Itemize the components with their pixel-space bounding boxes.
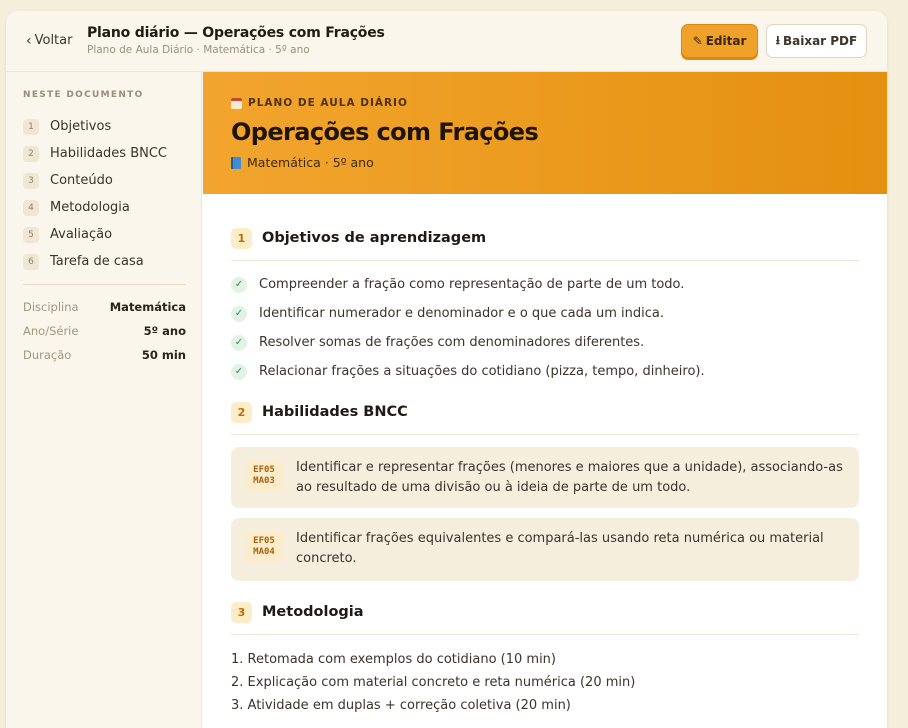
check-icon: ✓ [231, 334, 247, 351]
table-of-contents: 1 Objetivos 2 Habilidades BNCC 3 Conteúd… [23, 113, 167, 275]
meta-value: 50 min [141, 348, 186, 362]
list-item: ✓ Identificar numerador e denominador e … [231, 299, 859, 328]
toc-number: 5 [23, 226, 39, 243]
toc-number: 2 [23, 145, 39, 162]
meta-key: Duração [23, 348, 72, 362]
section-title: Metodologia [262, 604, 364, 620]
objective-text: Relacionar frações a situações do cotidi… [259, 364, 705, 379]
bncc-code-top: EF05 [253, 536, 275, 546]
edit-button[interactable]: ✎ Editar [681, 24, 758, 58]
list-item: 1. Retomada com exemplos do cotidiano (1… [231, 652, 556, 667]
sidebar-heading: NESTE DOCUMENTO [23, 90, 144, 100]
bncc-code-badge: EF05 MA04 [245, 532, 283, 562]
download-pdf-button[interactable]: ⭳ Baixar PDF [766, 24, 867, 58]
lesson-plan-window: ‹ Voltar Plano diário — Operações com Fr… [6, 11, 887, 728]
section-header-objetivos: 1 Objetivos de aprendizagem [231, 228, 859, 261]
objective-text: Identificar numerador e denominador e o … [259, 306, 664, 321]
meta-row-ano: Ano/Série 5º ano [23, 324, 186, 348]
download-pdf-label: Baixar PDF [782, 34, 858, 48]
edit-label: Editar [705, 34, 747, 48]
list-item: ✓ Relacionar frações a situações do coti… [231, 357, 859, 386]
hero-eyebrow: PLANO DE AULA DIÁRIO [231, 97, 408, 109]
document-meta: Disciplina Matemática Ano/Série 5º ano D… [23, 300, 186, 372]
bncc-skill-text: Identificar e representar frações (menor… [296, 460, 843, 495]
section-number: 1 [231, 228, 252, 249]
toc-label: Tarefa de casa [50, 254, 144, 269]
sidebar-divider [23, 284, 186, 285]
download-icon: ⭳ [775, 32, 780, 47]
objective-text: Compreender a fração como representação … [259, 277, 685, 292]
check-icon: ✓ [231, 363, 247, 380]
sidebar: NESTE DOCUMENTO 1 Objetivos 2 Habilidade… [6, 72, 202, 728]
document-titles: Plano diário — Operações com Frações Pla… [87, 25, 385, 56]
bncc-code-badge: EF05 MA03 [245, 461, 283, 491]
calendar-icon [231, 97, 242, 109]
methodology-list: 1. Retomada com exemplos do cotidiano (1… [231, 648, 635, 717]
section-header-metodologia: 3 Metodologia [231, 602, 859, 635]
section-title: Objetivos de aprendizagem [262, 230, 487, 246]
toc-item-conteudo[interactable]: 3 Conteúdo [23, 167, 167, 194]
section-header-bncc: 2 Habilidades BNCC [231, 402, 859, 435]
toc-item-habilidades-bncc[interactable]: 2 Habilidades BNCC [23, 140, 167, 167]
toc-label: Habilidades BNCC [50, 146, 167, 161]
bncc-skill-card: EF05 MA03 Identificar e representar fraç… [231, 447, 859, 508]
toc-number: 4 [23, 199, 39, 216]
bncc-code-top: EF05 [253, 465, 275, 475]
toc-item-tarefa-de-casa[interactable]: 6 Tarefa de casa [23, 248, 167, 275]
list-item: 3. Atividade em duplas + correção coleti… [231, 698, 571, 713]
bncc-code-bottom: MA03 [253, 476, 275, 486]
toc-label: Metodologia [50, 200, 130, 215]
list-item: ✓ Resolver somas de frações com denomina… [231, 328, 859, 357]
document-title: Plano diário — Operações com Frações [87, 25, 385, 41]
meta-key: Ano/Série [23, 324, 79, 338]
check-icon: ✓ [231, 305, 247, 322]
hero-subtitle-label: Matemática · 5º ano [247, 155, 374, 170]
toc-label: Avaliação [50, 227, 113, 242]
toc-number: 6 [23, 253, 39, 270]
bncc-skill-card: EF05 MA04 Identificar frações equivalent… [231, 518, 859, 581]
meta-value: 5º ano [143, 324, 186, 338]
top-bar: ‹ Voltar Plano diário — Operações com Fr… [6, 11, 887, 72]
toc-number: 1 [23, 118, 39, 135]
breadcrumb: Plano de Aula Diário · Matemática · 5º a… [87, 44, 310, 56]
pencil-icon: ✎ [692, 34, 703, 48]
toc-number: 3 [23, 172, 39, 189]
hero-subtitle: Matemática · 5º ano [231, 155, 374, 170]
bncc-code-bottom: MA04 [253, 547, 275, 557]
toc-item-metodologia[interactable]: 4 Metodologia [23, 194, 167, 221]
toc-label: Objetivos [50, 119, 112, 134]
hero-eyebrow-label: PLANO DE AULA DIÁRIO [248, 97, 408, 109]
hero-banner: PLANO DE AULA DIÁRIO Operações com Fraçõ… [203, 72, 887, 194]
chevron-left-icon: ‹ [26, 32, 32, 49]
meta-row-duracao: Duração 50 min [23, 348, 186, 372]
back-label: Voltar [34, 33, 73, 48]
back-link[interactable]: ‹ Voltar [26, 33, 72, 48]
main-content: PLANO DE AULA DIÁRIO Operações com Fraçõ… [203, 72, 887, 728]
objectives-list: ✓ Compreender a fração como representaçã… [231, 270, 859, 386]
section-number: 2 [231, 402, 252, 423]
bncc-skill-text: Identificar frações equivalentes e compa… [296, 531, 824, 566]
objective-text: Resolver somas de frações com denominado… [259, 335, 645, 350]
list-item: 2. Explicação com material concreto e re… [231, 675, 636, 690]
section-title: Habilidades BNCC [262, 404, 408, 420]
meta-key: Disciplina [23, 300, 79, 314]
meta-value: Matemática [109, 300, 186, 314]
section-number: 3 [231, 602, 252, 623]
toc-item-avaliacao[interactable]: 5 Avaliação [23, 221, 167, 248]
list-item: ✓ Compreender a fração como representaçã… [231, 270, 859, 299]
check-icon: ✓ [231, 276, 247, 293]
toc-label: Conteúdo [50, 173, 113, 188]
meta-row-disciplina: Disciplina Matemática [23, 300, 186, 324]
book-icon [231, 156, 241, 169]
page-title: Operações com Frações [231, 118, 539, 146]
toc-item-objetivos[interactable]: 1 Objetivos [23, 113, 167, 140]
